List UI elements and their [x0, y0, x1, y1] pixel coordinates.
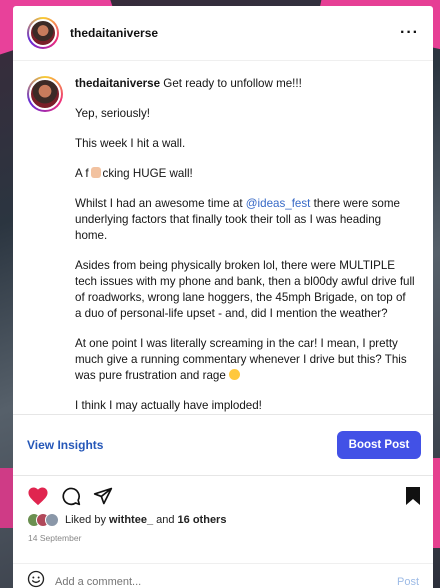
comment-input[interactable] — [55, 575, 355, 588]
bookmark-icon[interactable] — [405, 486, 421, 506]
avatar[interactable] — [27, 17, 59, 49]
face-emoji-icon — [229, 369, 241, 380]
fist-emoji-icon — [90, 167, 101, 178]
caption-line: Yep, seriously! — [75, 107, 150, 120]
caption-intro: Get ready to unfollow me!!! — [163, 77, 302, 90]
username[interactable]: thedaitaniverse — [70, 26, 158, 40]
liker-avatars — [27, 513, 59, 527]
boost-post-button[interactable]: Boost Post — [337, 431, 421, 459]
caption-paragraph: At one point I was literally screaming i… — [75, 337, 407, 382]
post-card: thedaitaniverse ··· thedaitaniverse Get … — [13, 6, 433, 588]
likes-summary[interactable]: Liked by withtee_ and 16 others — [65, 514, 226, 526]
view-insights-link[interactable]: View Insights — [27, 438, 103, 452]
more-options-icon[interactable]: ··· — [400, 24, 419, 42]
post-header: thedaitaniverse ··· — [13, 6, 433, 61]
post-comment-button[interactable]: Post — [397, 576, 419, 588]
comment-icon[interactable] — [61, 486, 81, 506]
avatar[interactable] — [27, 76, 63, 112]
caption-line: A f — [75, 167, 89, 180]
insights-bar: View Insights Boost Post — [13, 414, 433, 476]
caption-username[interactable]: thedaitaniverse — [75, 77, 160, 90]
share-icon[interactable] — [93, 486, 113, 506]
emoji-icon[interactable] — [27, 570, 45, 588]
caption-line: Whilst I had an awesome time at — [75, 197, 243, 210]
caption-text: thedaitaniverse Get ready to unfollow me… — [75, 76, 415, 414]
post-date: 14 September — [28, 533, 82, 543]
caption-line: cking HUGE wall! — [102, 167, 193, 180]
caption-area[interactable]: thedaitaniverse Get ready to unfollow me… — [13, 62, 433, 414]
comment-bar: Post — [13, 563, 433, 588]
mention-link[interactable]: @ideas_fest — [246, 197, 311, 210]
caption-paragraph: Asides from being physically broken lol,… — [75, 259, 415, 320]
heart-icon[interactable] — [27, 486, 49, 506]
caption-line: This week I hit a wall. — [75, 137, 186, 150]
action-bar — [13, 476, 433, 516]
caption-paragraph: I think I may actually have imploded! — [75, 399, 262, 412]
likes-row: Liked by withtee_ and 16 others — [27, 513, 419, 527]
